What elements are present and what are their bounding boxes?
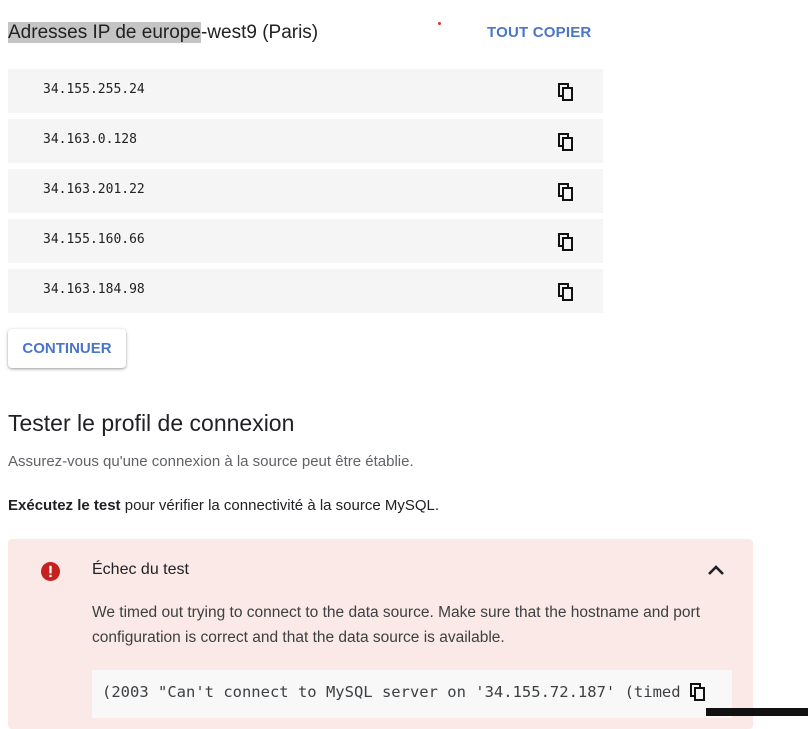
section-subtitle: Assurez-vous qu'une connexion à la sourc… — [8, 453, 414, 470]
run-test-rest: pour vérifier la connectivité à la sourc… — [120, 497, 440, 514]
test-result-panel: Échec du test We timed out trying to con… — [8, 539, 753, 729]
chevron-up-icon[interactable] — [707, 563, 725, 577]
copy-all-button[interactable]: TOUT COPIER — [487, 24, 591, 41]
ip-address-text: 34.163.184.98 — [43, 282, 145, 297]
copy-icon[interactable] — [558, 283, 574, 301]
copy-icon[interactable] — [558, 83, 574, 101]
header-rest-text: -west9 (Paris) — [200, 22, 319, 43]
ip-address-row: 34.163.201.22 — [8, 169, 603, 213]
ip-address-row: 34.155.160.66 — [8, 219, 603, 263]
copy-icon[interactable] — [558, 183, 574, 201]
run-test-instructions: Exécutez le test pour vérifier la connec… — [8, 497, 439, 514]
ip-address-text: 34.155.255.24 — [43, 82, 145, 97]
error-icon — [41, 562, 60, 581]
copy-icon[interactable] — [558, 233, 574, 251]
error-code-text: (2003 "Can't connect to MySQL server on … — [102, 683, 692, 701]
test-result-message: We timed out trying to connect to the da… — [92, 604, 701, 646]
header-highlighted-text: Adresses IP de europe — [8, 22, 201, 43]
ip-address-text: 34.163.0.128 — [43, 132, 137, 147]
error-code-block: (2003 "Can't connect to MySQL server on … — [92, 670, 732, 718]
ip-address-row: 34.163.0.128 — [8, 119, 603, 163]
ip-address-row: 34.163.184.98 — [8, 269, 603, 313]
run-test-bold: Exécutez le test — [8, 497, 121, 514]
ip-address-text: 34.163.201.22 — [43, 182, 145, 197]
ip-address-text: 34.155.160.66 — [43, 232, 145, 247]
copy-icon[interactable] — [690, 683, 706, 701]
red-dot-marker — [438, 22, 441, 25]
section-title: Tester le profil de connexion — [8, 410, 295, 436]
bottom-edge-bar — [706, 708, 808, 716]
ip-address-row: 34.155.255.24 — [8, 69, 603, 113]
copy-icon[interactable] — [558, 133, 574, 151]
continue-button[interactable]: CONTINUER — [8, 329, 126, 368]
ip-section-header: Adresses IP de europe-west9 (Paris) — [8, 22, 318, 44]
test-result-title: Échec du test — [92, 561, 189, 578]
